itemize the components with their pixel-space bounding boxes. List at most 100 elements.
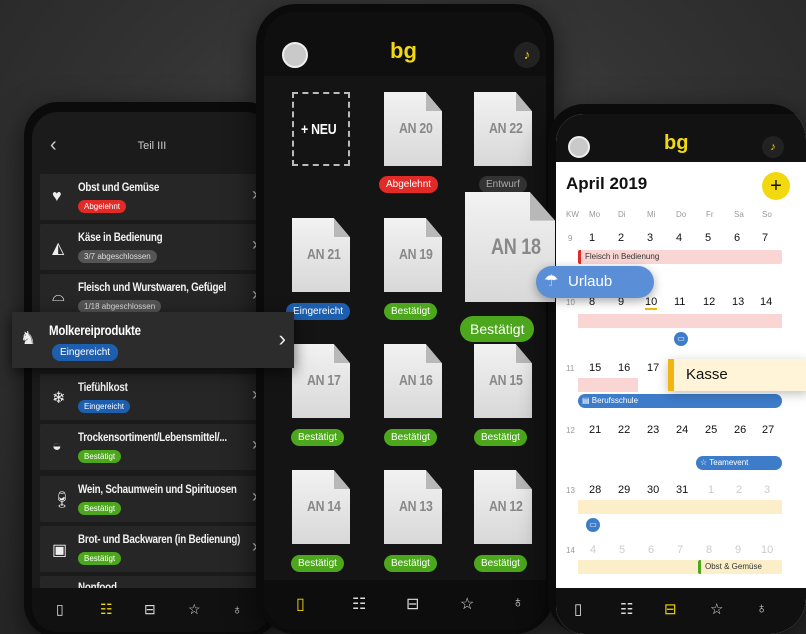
bell-icon[interactable]: ♪ <box>514 42 540 68</box>
event-bar[interactable] <box>578 560 698 574</box>
document-icon[interactable]: ▯ <box>296 594 305 614</box>
day-cell[interactable]: 30 <box>647 484 659 496</box>
new-document-button[interactable]: + NEU <box>292 92 350 166</box>
day-cell[interactable]: 7 <box>677 544 683 556</box>
day-cell[interactable]: 11 <box>674 296 685 308</box>
calendar-star-icon[interactable]: ☆ <box>460 594 474 614</box>
day-cell[interactable]: 15 <box>589 362 601 374</box>
bell-icon[interactable]: ♪ <box>762 136 784 158</box>
list-item[interactable]: ◭ Käse in Bedienung 3/7 abgeschlossen › <box>40 224 266 270</box>
document-tile[interactable]: AN 21 <box>292 218 350 292</box>
day-cell[interactable]: 23 <box>647 424 659 436</box>
day-cell[interactable]: 2 <box>618 232 624 244</box>
day-cell[interactable]: 2 <box>736 484 742 496</box>
kw-header: KW <box>566 210 579 219</box>
day-cell[interactable]: 13 <box>732 296 744 308</box>
lightbulb-icon[interactable]: ♁ <box>756 600 767 617</box>
list-item[interactable]: ❄ Tiefühlkost Eingereicht › <box>40 374 266 420</box>
day-cell[interactable]: 25 <box>705 424 717 436</box>
vacation-event-pill[interactable]: ☂ Urlaub <box>536 266 654 298</box>
document-tile[interactable]: AN 16 <box>384 344 442 418</box>
list-item[interactable]: ◒ Trockensortiment/Lebensmittel/... Best… <box>40 424 266 470</box>
day-cell[interactable]: 27 <box>762 424 774 436</box>
document-icon[interactable]: ▯ <box>574 600 582 618</box>
day-cell[interactable]: 1 <box>708 484 714 496</box>
day-cell[interactable]: 21 <box>589 424 601 436</box>
avatar[interactable] <box>568 136 590 158</box>
add-button[interactable]: + <box>762 172 790 200</box>
hierarchy-icon[interactable]: ⊟ <box>144 601 156 618</box>
day-cell[interactable]: 6 <box>734 232 740 244</box>
checklist-icon[interactable]: ☷ <box>100 601 113 618</box>
day-cell[interactable]: 4 <box>590 544 596 556</box>
document-tile[interactable]: AN 15 <box>474 344 532 418</box>
week-number: 9 <box>568 234 573 243</box>
day-cell[interactable]: 5 <box>619 544 625 556</box>
document-tile[interactable]: AN 20 <box>384 92 442 166</box>
event-bar[interactable]: Obst & Gemüse <box>698 560 782 574</box>
avatar[interactable] <box>282 42 308 68</box>
list-item[interactable]: ♥ Obst und Gemüse Abgelehnt › <box>40 174 266 220</box>
document-tile[interactable]: AN 19 <box>384 218 442 292</box>
document-icon[interactable]: ▯ <box>56 601 64 618</box>
day-cell[interactable]: 26 <box>734 424 746 436</box>
day-cell[interactable]: 29 <box>618 484 630 496</box>
day-cell[interactable]: 9 <box>735 544 741 556</box>
document-tile[interactable]: AN 12 <box>474 470 532 544</box>
weekday-label: Sa <box>734 210 744 219</box>
chat-icon[interactable]: ▭ <box>674 332 688 346</box>
day-cell[interactable]: 6 <box>648 544 654 556</box>
event-bar[interactable] <box>578 314 782 328</box>
event-label: Kasse <box>686 366 728 383</box>
list-item[interactable]: 🍷︎ Wein, Schaumwein und Spirituosen Best… <box>40 476 266 522</box>
day-cell[interactable]: 7 <box>762 232 768 244</box>
day-cell[interactable]: 3 <box>647 232 653 244</box>
day-cell[interactable]: 1 <box>589 232 595 244</box>
status-badge: Bestätigt <box>384 429 437 446</box>
day-cell[interactable]: 10 <box>761 544 773 556</box>
day-cell[interactable]: 24 <box>676 424 688 436</box>
list-item[interactable]: ▣ Brot- und Backwaren (in Bedienung) Bes… <box>40 526 266 572</box>
week-number: 13 <box>566 486 575 495</box>
day-cell[interactable]: 31 <box>676 484 688 496</box>
checklist-icon[interactable]: ☷ <box>352 594 366 614</box>
day-cell[interactable]: 16 <box>618 362 630 374</box>
day-cell-today[interactable]: 10 <box>645 296 658 310</box>
day-cell[interactable]: 17 <box>647 362 659 374</box>
document-tile[interactable]: AN 17 <box>292 344 350 418</box>
day-cell[interactable]: 22 <box>618 424 630 436</box>
day-cell[interactable]: 14 <box>760 296 772 308</box>
day-cell[interactable]: 12 <box>703 296 715 308</box>
calendar-star-icon[interactable]: ☆ <box>188 601 201 618</box>
document-tile[interactable]: AN 13 <box>384 470 442 544</box>
event-bar[interactable]: ☆ Teamevent <box>696 456 782 470</box>
document-tile[interactable]: AN 22 <box>474 92 532 166</box>
calendar-star-icon[interactable]: ☆ <box>710 600 723 618</box>
event-bar[interactable] <box>578 500 782 514</box>
doc-label: AN 14 <box>306 498 341 515</box>
document-tile[interactable]: AN 14 <box>292 470 350 544</box>
item-name: Käse in Bedienung <box>78 230 163 244</box>
status-badge: Bestätigt <box>291 555 344 572</box>
checklist-icon[interactable]: ☷ <box>620 600 633 618</box>
doc-label: AN 15 <box>488 372 523 389</box>
day-cell[interactable]: 8 <box>706 544 712 556</box>
weekday-label: So <box>762 210 772 219</box>
highlighted-list-item[interactable]: ♞ Molkereiprodukte Eingereicht › <box>12 312 294 368</box>
register-event-card[interactable]: Kasse <box>668 359 806 391</box>
left-phone-screen: ‹ Teil III ♥ Obst und Gemüse Abgelehnt ›… <box>32 112 272 632</box>
event-label: Urlaub <box>568 273 613 290</box>
day-cell[interactable]: 5 <box>705 232 711 244</box>
hierarchy-icon[interactable]: ⊟ <box>406 594 419 614</box>
event-bar[interactable] <box>578 378 638 392</box>
day-cell[interactable]: 28 <box>589 484 601 496</box>
event-bar[interactable]: ▤ Berufsschule <box>578 394 782 408</box>
lightbulb-icon[interactable]: ♁ <box>512 594 524 612</box>
lightbulb-icon[interactable]: ♁ <box>232 601 243 617</box>
day-cell[interactable]: 4 <box>676 232 682 244</box>
event-bar[interactable]: Fleisch in Bedienung <box>578 250 782 264</box>
chat-icon[interactable]: ▭ <box>586 518 600 532</box>
hierarchy-icon[interactable]: ⊟ <box>664 600 677 618</box>
event-label: Berufsschule <box>591 396 639 405</box>
day-cell[interactable]: 3 <box>764 484 770 496</box>
